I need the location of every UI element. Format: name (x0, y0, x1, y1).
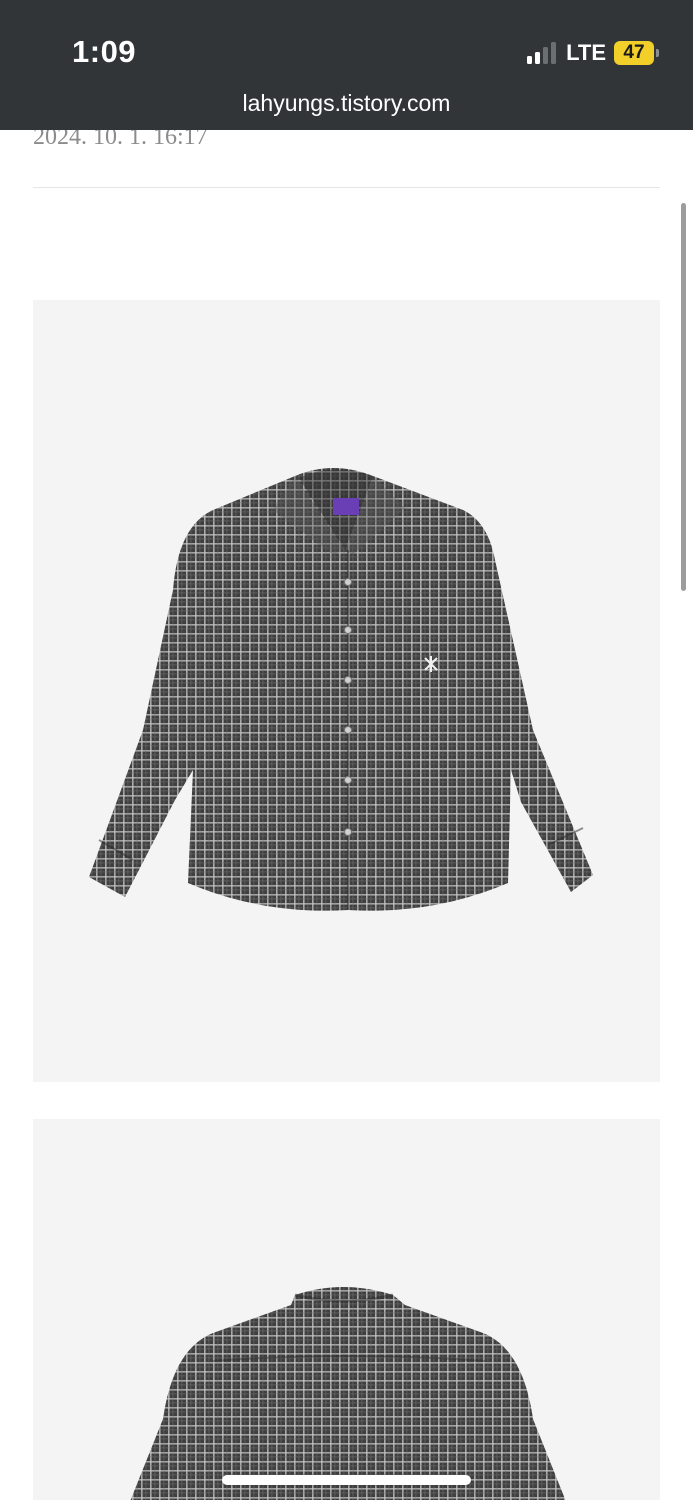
shirt-front-photo[interactable] (33, 300, 660, 1082)
page-scrollbar[interactable] (681, 203, 686, 591)
browser-header: 1:09 LTE 47 lahyungs.tistory.com (0, 0, 693, 130)
battery-level: 47 (614, 41, 654, 65)
shirt-back-image (123, 1287, 573, 1500)
battery-icon: 47 (614, 41, 659, 65)
status-time: 1:09 (72, 34, 137, 69)
address-bar[interactable]: lahyungs.tistory.com (0, 90, 693, 117)
shirt-back-photo[interactable] (33, 1119, 660, 1500)
status-indicators: LTE 47 (527, 40, 659, 66)
cellular-signal-icon (527, 42, 557, 64)
network-type: LTE (566, 40, 606, 65)
home-indicator[interactable] (222, 1475, 471, 1485)
shirt-front-image (89, 468, 593, 911)
divider (33, 187, 660, 188)
